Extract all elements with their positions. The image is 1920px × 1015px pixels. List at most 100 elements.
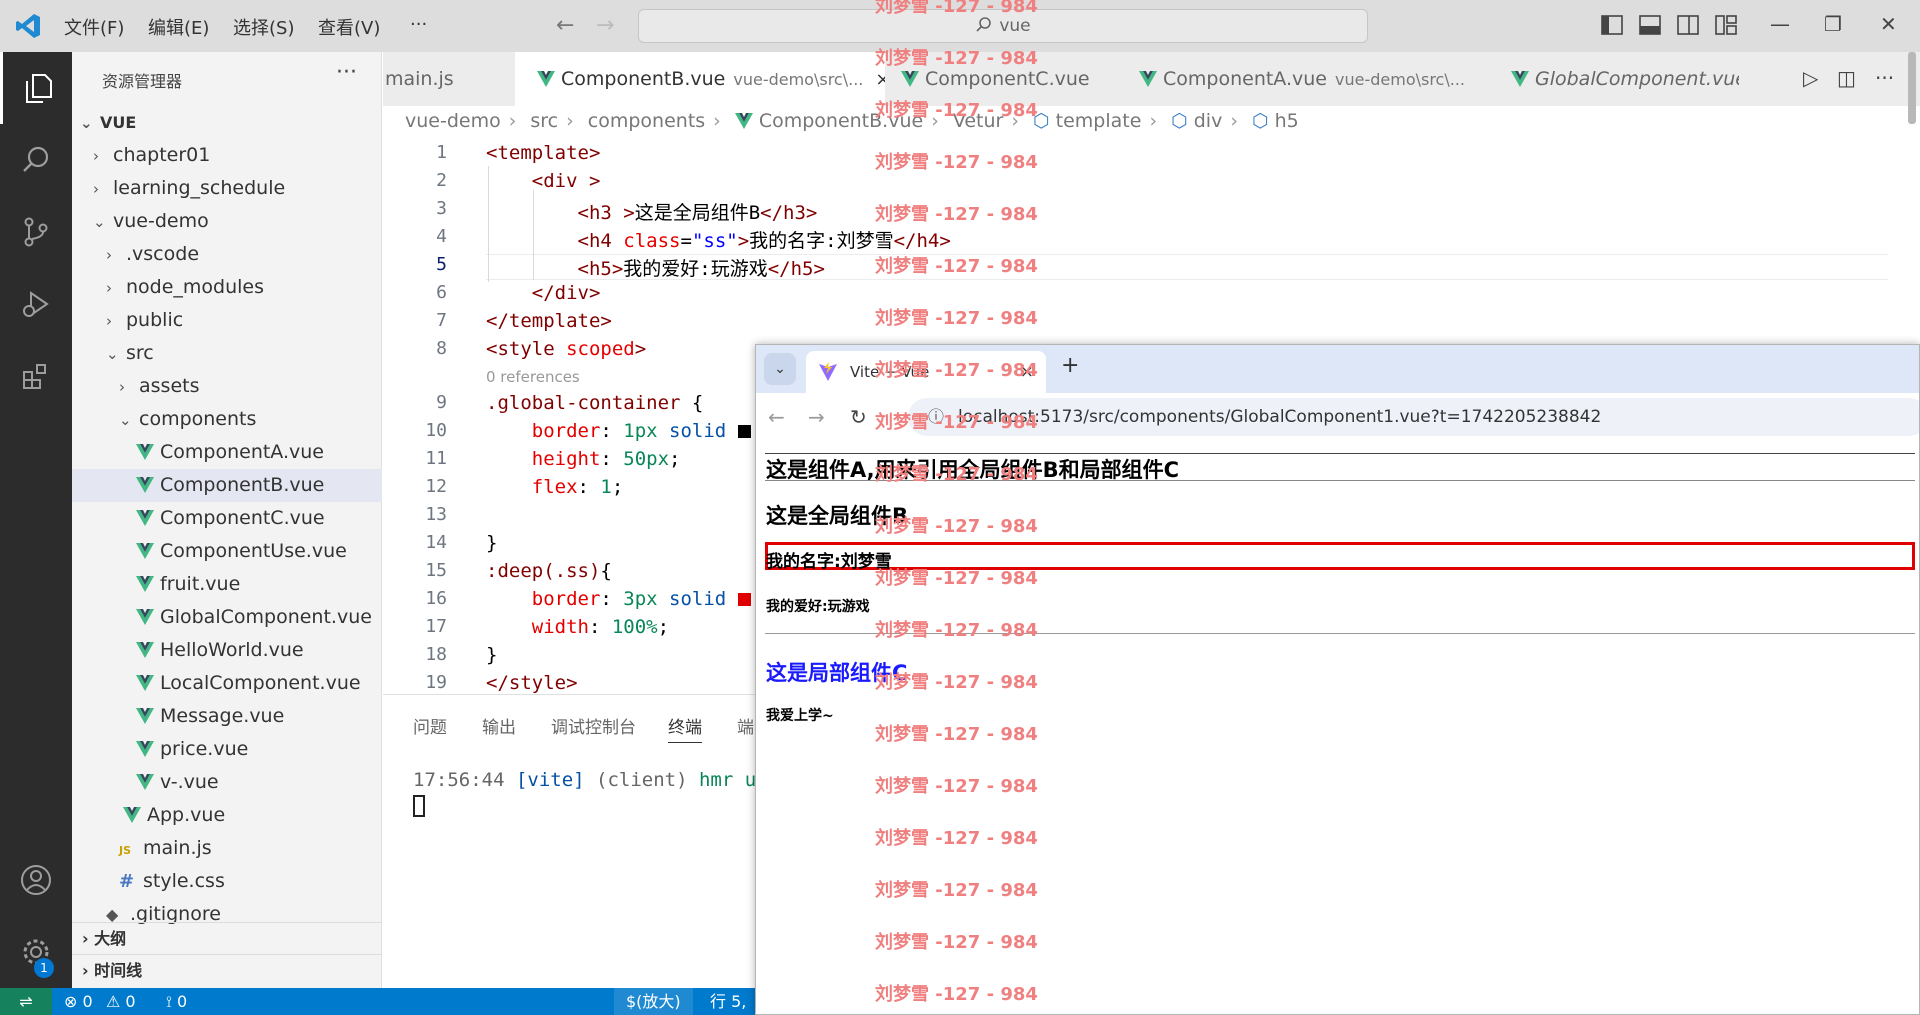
- color-swatch-red[interactable]: [737, 593, 751, 606]
- status-cursor-position[interactable]: 行 5,: [710, 988, 746, 1015]
- extensions-activity[interactable]: [0, 340, 72, 412]
- tab-label: GlobalComponent.vue: [1535, 68, 1739, 90]
- status-warnings[interactable]: ⚠ 0: [106, 988, 136, 1015]
- toggle-primary-sidebar-icon[interactable]: [1600, 14, 1624, 36]
- tree-folder[interactable]: ⌄ src: [72, 337, 382, 370]
- outline-section[interactable]: › 大纲: [72, 922, 382, 954]
- breadcrumb-item[interactable]: template: [1056, 110, 1142, 132]
- tree-file[interactable]: ComponentC.vue: [72, 502, 382, 535]
- tree-file[interactable]: ComponentUse.vue: [72, 535, 382, 568]
- toggle-secondary-sidebar-icon[interactable]: [1676, 14, 1700, 36]
- explorer-more-button[interactable]: ···: [336, 60, 357, 85]
- tree-file[interactable]: ComponentA.vue: [72, 436, 382, 469]
- address-bar[interactable]: ⓘ localhost:5173/src/components/GlobalCo…: [908, 398, 1919, 436]
- breadcrumb-item[interactable]: src: [530, 110, 558, 132]
- split-editor-icon[interactable]: ◫: [1837, 66, 1856, 90]
- tree-file[interactable]: App.vue: [72, 799, 382, 832]
- search-activity[interactable]: [0, 124, 72, 196]
- tree-folder[interactable]: ⌄ components: [72, 403, 382, 436]
- vue-file-icon: [136, 510, 154, 526]
- browser-forward-icon[interactable]: →: [808, 405, 825, 429]
- tab-componenta[interactable]: ComponentA.vue vue-demo\src\...: [1127, 52, 1499, 106]
- tree-item-label: ComponentUse.vue: [160, 540, 347, 562]
- run-icon[interactable]: ▷: [1803, 66, 1818, 90]
- browser-back-icon[interactable]: ←: [768, 405, 785, 429]
- panel-tab-ports[interactable]: 端: [737, 713, 754, 738]
- manage-activity[interactable]: 1: [0, 916, 72, 988]
- run-debug-activity[interactable]: [0, 268, 72, 340]
- tree-folder[interactable]: › chapter01: [72, 139, 382, 172]
- tab-globalcomponent[interactable]: GlobalComponent.vue: [1499, 52, 1739, 106]
- code-lens-references[interactable]: 0 references: [486, 368, 580, 386]
- menu-more[interactable]: ···: [410, 14, 427, 35]
- new-tab-button[interactable]: +: [1061, 353, 1079, 378]
- timeline-section[interactable]: › 时间线: [72, 954, 382, 986]
- color-swatch-black[interactable]: [737, 425, 751, 438]
- tree-folder[interactable]: ⌄ vue-demo: [72, 205, 382, 238]
- nav-back-icon[interactable]: ←: [556, 13, 574, 38]
- menu-view[interactable]: 查看(V): [318, 14, 380, 40]
- customize-layout-icon[interactable]: [1714, 14, 1738, 36]
- breadcrumb-item[interactable]: h5: [1275, 110, 1299, 132]
- tab-search-icon[interactable]: ⌄: [764, 353, 796, 385]
- tree-folder[interactable]: › assets: [72, 370, 382, 403]
- panel-tab-problems[interactable]: 问题: [413, 713, 447, 738]
- explorer-sidebar: 资源管理器 ··· ⌄ VUE › chapter01 › learning_sched…: [72, 52, 382, 988]
- status-errors[interactable]: ⊗ 0: [64, 988, 93, 1015]
- status-ports[interactable]: ⟟ 0: [166, 988, 187, 1015]
- tree-file[interactable]: JS main.js: [72, 832, 382, 865]
- source-control-activity[interactable]: [0, 196, 72, 268]
- panel-tab-output[interactable]: 输出: [482, 713, 516, 738]
- accounts-activity[interactable]: [0, 844, 72, 916]
- close-tab-icon[interactable]: ×: [875, 69, 885, 90]
- menu-edit[interactable]: 编辑(E): [148, 14, 209, 40]
- workspace-root[interactable]: ⌄ VUE: [72, 106, 382, 139]
- tree-folder[interactable]: › public: [72, 304, 382, 337]
- tree-folder[interactable]: › .vscode: [72, 238, 382, 271]
- tree-item-label: GlobalComponent.vue: [160, 606, 372, 628]
- status-zoom[interactable]: $(放大): [614, 988, 693, 1015]
- js-file-icon: JS: [119, 844, 132, 857]
- terminal-output[interactable]: 17:56:44 [vite] (client) hmr up: [413, 769, 768, 791]
- tree-folder[interactable]: › learning_schedule: [72, 172, 382, 205]
- reload-icon[interactable]: ↻: [850, 405, 867, 429]
- chevron-down-icon: ⌄: [106, 345, 119, 363]
- watermark-text: 刘梦雪 -127 - 984: [875, 984, 1038, 1005]
- explorer-activity[interactable]: [0, 52, 72, 124]
- tree-file[interactable]: LocalComponent.vue: [72, 667, 382, 700]
- remote-indicator[interactable]: ⇌: [0, 988, 52, 1015]
- panel-tab-debug-console[interactable]: 调试控制台: [551, 713, 636, 738]
- tree-folder[interactable]: › node_modules: [72, 271, 382, 304]
- tree-file[interactable]: price.vue: [72, 733, 382, 766]
- tree-file[interactable]: ComponentB.vue: [72, 469, 382, 502]
- tab-componentb[interactable]: ComponentB.vue vue-demo\src\... ×: [515, 52, 885, 106]
- tab-more-icon[interactable]: ···: [1875, 66, 1894, 90]
- breadcrumb-item[interactable]: vue-demo: [405, 110, 501, 132]
- tree-file[interactable]: GlobalComponent.vue: [72, 601, 382, 634]
- tree-file[interactable]: HelloWorld.vue: [72, 634, 382, 667]
- close-window-icon[interactable]: ✕: [1880, 12, 1897, 36]
- line-number: 18: [425, 644, 447, 665]
- line-number: 10: [425, 420, 447, 441]
- watermark-text: 刘梦雪 -127 - 984: [875, 568, 1038, 589]
- tab-main-js[interactable]: main.js: [383, 52, 515, 106]
- restore-icon[interactable]: ❐: [1824, 12, 1842, 36]
- menu-selection[interactable]: 选择(S): [233, 14, 294, 40]
- tree-file[interactable]: v-.vue: [72, 766, 382, 799]
- minimize-icon[interactable]: —: [1770, 12, 1790, 36]
- breadcrumb-item[interactable]: div: [1194, 110, 1223, 132]
- code-line-14: }: [486, 532, 498, 554]
- panel-tab-terminal[interactable]: 终端: [668, 713, 702, 743]
- toggle-panel-icon[interactable]: [1638, 14, 1662, 36]
- tree-file[interactable]: # style.css: [72, 865, 382, 898]
- code-line-2: <div >: [486, 170, 601, 192]
- tree-item-label: v-.vue: [160, 771, 219, 793]
- editor-scrollbar[interactable]: [1908, 52, 1916, 124]
- line-number: 12: [425, 476, 447, 497]
- nav-forward-icon[interactable]: →: [596, 13, 614, 38]
- menu-file[interactable]: 文件(F): [64, 14, 124, 40]
- breadcrumb-item[interactable]: components: [588, 110, 705, 132]
- tree-file[interactable]: Message.vue: [72, 700, 382, 733]
- tree-file[interactable]: fruit.vue: [72, 568, 382, 601]
- extensions-icon: [23, 364, 46, 389]
